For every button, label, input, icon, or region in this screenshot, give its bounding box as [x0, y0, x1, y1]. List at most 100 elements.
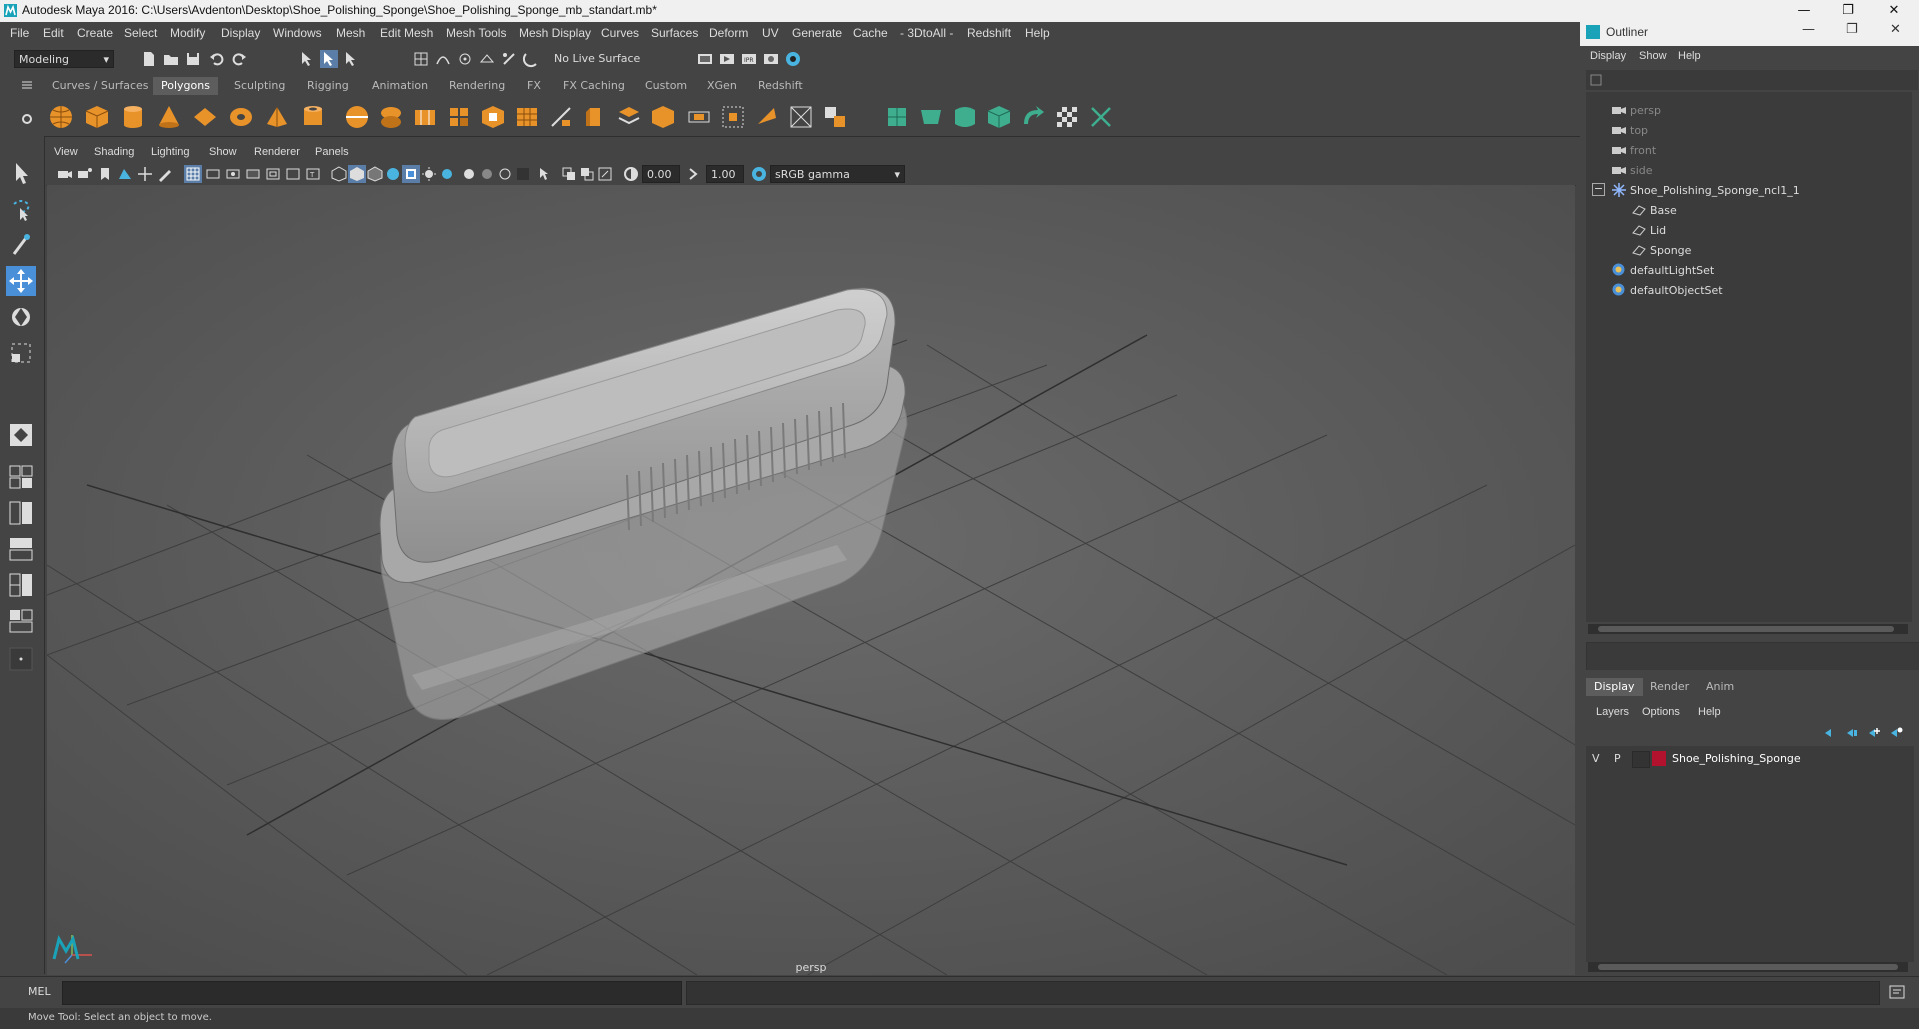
wireframe-on-shaded-icon[interactable]: [366, 165, 384, 183]
menu-mesh[interactable]: Mesh: [336, 26, 365, 40]
bookmark-icon[interactable]: [96, 165, 114, 183]
redo-icon[interactable]: [230, 50, 248, 68]
layer-row[interactable]: V P Shoe_Polishing_Sponge: [1586, 750, 1914, 768]
outliner-item-base[interactable]: Base: [1632, 204, 1677, 217]
camera-select-icon[interactable]: [56, 165, 74, 183]
shelf-tab-custom[interactable]: Custom: [637, 77, 695, 95]
move-layer-down-icon[interactable]: [1843, 724, 1861, 742]
layer-visibility-toggle[interactable]: V: [1592, 752, 1600, 765]
shelf-tab-sculpting[interactable]: Sculpting: [226, 77, 293, 95]
uv-unfold-icon[interactable]: [1020, 104, 1046, 130]
boolean-icon[interactable]: [446, 104, 472, 130]
shelf-tab-xgen[interactable]: XGen: [699, 77, 745, 95]
outliner-menu-display[interactable]: Display: [1590, 50, 1626, 62]
wireframe-icon[interactable]: [330, 165, 348, 183]
menu-uv[interactable]: UV: [762, 26, 779, 40]
shelf-tab-polygons[interactable]: Polygons: [153, 77, 218, 95]
resolution-gate-icon[interactable]: [224, 165, 242, 183]
color-space-dropdown[interactable]: sRGB gamma ▾: [770, 165, 905, 183]
mirror-icon[interactable]: [754, 104, 780, 130]
new-layer-selected-icon[interactable]: [1887, 724, 1905, 742]
poly-plane-icon[interactable]: [192, 104, 218, 130]
outliner-menu-help[interactable]: Help: [1678, 50, 1701, 62]
menu-generate[interactable]: Generate: [792, 26, 842, 40]
select-object-icon[interactable]: [320, 50, 338, 68]
collapse-toggle[interactable]: −: [1592, 183, 1605, 196]
menu-display[interactable]: Display: [221, 26, 260, 40]
layer-display-type-toggle[interactable]: [1632, 751, 1650, 768]
menu-modify[interactable]: Modify: [170, 26, 205, 40]
hypershade-icon[interactable]: [784, 50, 802, 68]
shelf-tab-animation[interactable]: Animation: [364, 77, 436, 95]
layout-three-view-icon[interactable]: [6, 570, 36, 600]
layer-menu-options[interactable]: Options: [1642, 706, 1680, 718]
poly-sphere-icon[interactable]: [48, 104, 74, 130]
select-tool-icon[interactable]: [6, 158, 36, 188]
menu-deform[interactable]: Deform: [709, 26, 748, 40]
poly-torus-icon[interactable]: [228, 104, 254, 130]
new-layer-icon[interactable]: [1865, 724, 1883, 742]
poly-cylinder-icon[interactable]: [120, 104, 146, 130]
use-all-lights-icon[interactable]: [402, 165, 420, 183]
shelf-tab-rendering[interactable]: Rendering: [441, 77, 513, 95]
outliner-item-default-object-set[interactable]: defaultObjectSet: [1612, 283, 1723, 297]
poly-pyramid-icon[interactable]: [264, 104, 290, 130]
menu-file[interactable]: File: [10, 26, 29, 40]
script-editor-icon[interactable]: [1888, 983, 1906, 1001]
render-view-icon[interactable]: [718, 50, 736, 68]
isolate-select-icon[interactable]: [536, 165, 554, 183]
shelf-tab-redshift[interactable]: Redshift: [750, 77, 811, 95]
shelf-menu-icon[interactable]: [18, 76, 36, 94]
scrollbar-thumb[interactable]: [1598, 626, 1894, 632]
layer-name[interactable]: Shoe_Polishing_Sponge: [1672, 752, 1801, 765]
menu-redshift[interactable]: Redshift: [967, 26, 1011, 40]
outliner-horizontal-scrollbar[interactable]: [1588, 624, 1908, 634]
poly-pipe-icon[interactable]: [300, 104, 326, 130]
uv-checker-icon[interactable]: [1054, 104, 1080, 130]
layout-outliner-view-icon[interactable]: [6, 606, 36, 636]
menu-surfaces[interactable]: Surfaces: [651, 26, 698, 40]
gate-mask-icon[interactable]: [244, 165, 262, 183]
snap-live-icon[interactable]: [500, 50, 518, 68]
render-settings-icon[interactable]: [696, 50, 714, 68]
reduce-icon[interactable]: [788, 104, 814, 130]
outliner-item-shoe-polishing-sponge-group[interactable]: − Shoe_Polishing_Sponge_ncl1_1: [1592, 183, 1800, 197]
color-management-icon[interactable]: [750, 165, 768, 183]
undo-icon[interactable]: [208, 50, 226, 68]
filter-icon[interactable]: [1589, 73, 1603, 87]
more-layouts-icon[interactable]: [6, 644, 36, 674]
ipr-render-icon[interactable]: IPR: [740, 50, 758, 68]
snap-view-plane-icon[interactable]: [478, 50, 496, 68]
scale-tool-icon[interactable]: [6, 338, 36, 368]
outliner-item-sponge[interactable]: Sponge: [1632, 244, 1691, 257]
menu-mesh-tools[interactable]: Mesh Tools: [446, 26, 506, 40]
smooth-shade-icon[interactable]: [348, 165, 366, 183]
uv-cut-sew-icon[interactable]: [1088, 104, 1114, 130]
textured-icon[interactable]: [384, 165, 402, 183]
layer-color-swatch[interactable]: [1652, 751, 1666, 766]
fill-hole-icon[interactable]: [650, 104, 676, 130]
outliner-close-button[interactable]: ✕: [1890, 22, 1901, 37]
layout-four-view-icon[interactable]: [6, 462, 36, 492]
outliner-item-lid[interactable]: Lid: [1632, 224, 1666, 237]
move-layer-up-icon[interactable]: [1821, 724, 1839, 742]
film-gate-icon[interactable]: [204, 165, 222, 183]
outliner-item-persp[interactable]: persp: [1612, 104, 1661, 117]
outliner-item-side[interactable]: side: [1612, 164, 1653, 177]
outliner-minimize-button[interactable]: —: [1802, 22, 1815, 37]
mode-dropdown[interactable]: Modeling ▾: [14, 50, 114, 68]
panel-menu-shading[interactable]: Shading: [94, 146, 134, 158]
menu-edit-mesh[interactable]: Edit Mesh: [380, 26, 433, 40]
poly-cone-icon[interactable]: [156, 104, 182, 130]
uv-planar-icon[interactable]: [884, 104, 910, 130]
shelf-tab-rigging[interactable]: Rigging: [299, 77, 357, 95]
menu-edit[interactable]: Edit: [43, 26, 64, 40]
magnet-icon[interactable]: [522, 50, 540, 68]
panel-menu-lighting[interactable]: Lighting: [151, 146, 190, 158]
paint-select-tool-icon[interactable]: [6, 230, 36, 260]
open-scene-icon[interactable]: [162, 50, 180, 68]
panel-menu-panels[interactable]: Panels: [315, 146, 349, 158]
smooth-icon[interactable]: [412, 104, 438, 130]
grease-pencil-icon[interactable]: [156, 165, 174, 183]
poke-icon[interactable]: [720, 104, 746, 130]
